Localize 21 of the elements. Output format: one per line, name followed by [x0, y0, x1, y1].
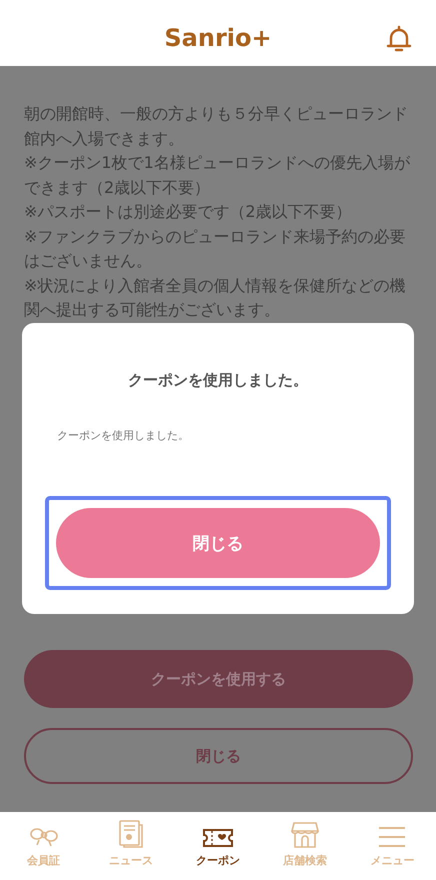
newspaper-icon: [116, 819, 145, 849]
ticket-icon: [202, 827, 234, 849]
tab-item[interactable]: メニュー: [348, 812, 436, 880]
body-text: ※ファンクラブからのピューロランド来場予約の必要はございません。: [24, 226, 406, 272]
shop-icon: [290, 821, 320, 849]
close-button[interactable]: 閉じる: [24, 728, 413, 784]
app-logo: Sanrio+: [164, 24, 272, 52]
body-text: ※状況により入館者全員の個人情報を保健所などの機関へ提出する可能性がございます。: [24, 274, 406, 321]
tab-item[interactable]: ニュース: [87, 812, 174, 880]
dialog-message: クーポンを使用しました。: [57, 428, 189, 443]
menu-icon: [378, 825, 406, 849]
tab-item[interactable]: 店舗検索: [262, 812, 349, 880]
use-coupon-button[interactable]: クーポンを使用する: [24, 650, 413, 708]
tab-item[interactable]: クーポン: [174, 812, 262, 880]
tab-item[interactable]: 会員証: [0, 812, 88, 880]
body-text: 朝の開館時、一般の方よりも５分早くピューロランド館内へ入場できます。: [24, 103, 409, 150]
body-text: ※パスポートは別途必要です（2歳以下不要）: [24, 201, 353, 223]
body-text: ※クーポン1枚で1名様ピューロランドへの優先入場ができます（2歳以下不要）: [24, 152, 412, 198]
dialog-title: クーポンを使用しました。: [128, 371, 308, 390]
dialog-close-button[interactable]: 閉じる: [56, 508, 380, 578]
bell-icon[interactable]: [384, 24, 414, 54]
